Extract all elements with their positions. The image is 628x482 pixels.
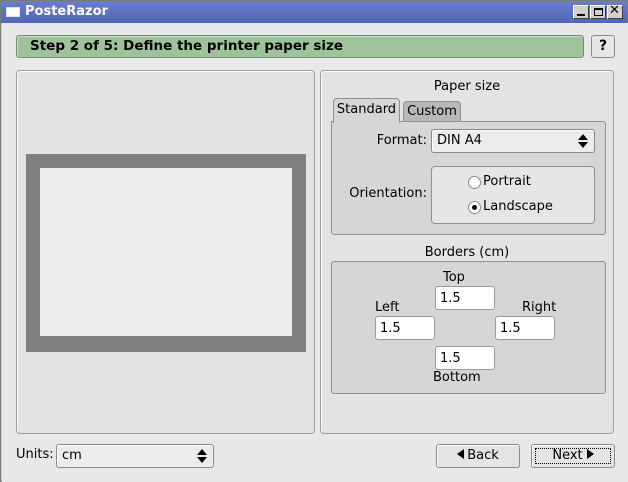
tab-custom[interactable]: Custom bbox=[403, 101, 461, 122]
close-button[interactable]: ✕ bbox=[607, 3, 623, 19]
bottom-border-input[interactable] bbox=[435, 346, 495, 370]
tab-standard[interactable]: Standard bbox=[333, 98, 400, 123]
app-icon bbox=[6, 7, 20, 17]
step-title: Step 2 of 5: Define the printer paper si… bbox=[30, 38, 344, 54]
orientation-group: Portrait Landscape bbox=[431, 166, 595, 224]
minimize-button[interactable] bbox=[573, 5, 589, 19]
paper-size-label: Paper size bbox=[433, 79, 501, 94]
back-button[interactable]: Back bbox=[436, 444, 520, 468]
main-window: PosteRazor ✕ Step 2 of 5: Define the pri… bbox=[0, 0, 628, 482]
top-border-input[interactable] bbox=[435, 286, 495, 310]
standard-tab-page: Format: DIN A4 Orientation: Portrait Lan… bbox=[331, 121, 606, 235]
next-button[interactable]: Next bbox=[531, 444, 615, 468]
bottom-label: Bottom bbox=[433, 370, 481, 385]
radio-circle-icon bbox=[468, 176, 481, 189]
right-label: Right bbox=[522, 300, 557, 315]
updown-arrows-icon bbox=[578, 132, 588, 148]
radio-checked-icon bbox=[468, 201, 481, 214]
minimize-icon bbox=[577, 14, 585, 16]
format-value: DIN A4 bbox=[437, 133, 482, 148]
help-button[interactable]: ? bbox=[591, 35, 615, 58]
back-label: Back bbox=[467, 448, 499, 463]
borders-group: Top Left Right Bottom bbox=[331, 261, 606, 394]
close-icon: ✕ bbox=[609, 3, 620, 18]
client-area: Step 2 of 5: Define the printer paper si… bbox=[2, 23, 628, 482]
maximize-icon bbox=[594, 8, 603, 16]
paper-preview-border bbox=[26, 154, 306, 352]
orientation-label: Orientation: bbox=[349, 186, 427, 201]
left-border-input[interactable] bbox=[375, 316, 435, 340]
step-header: Step 2 of 5: Define the printer paper si… bbox=[16, 35, 584, 58]
maximize-button[interactable] bbox=[590, 5, 606, 19]
arrow-left-icon bbox=[457, 449, 465, 459]
units-select[interactable]: cm bbox=[56, 444, 214, 468]
window-title: PosteRazor bbox=[25, 4, 108, 19]
focus-rect bbox=[535, 448, 611, 464]
portrait-label: Portrait bbox=[483, 174, 531, 189]
paper-preview-panel bbox=[16, 70, 315, 434]
left-label: Left bbox=[375, 300, 400, 315]
borders-label: Borders (cm) bbox=[424, 245, 510, 260]
format-select[interactable]: DIN A4 bbox=[431, 129, 595, 153]
units-label: Units: bbox=[16, 447, 54, 462]
format-label: Format: bbox=[376, 133, 427, 148]
landscape-label: Landscape bbox=[483, 199, 553, 214]
right-border-input[interactable] bbox=[495, 316, 555, 340]
paper-preview-printable-area bbox=[40, 168, 292, 336]
paper-settings-panel: Paper size Standard Custom Format: DIN A… bbox=[320, 70, 614, 434]
units-value: cm bbox=[62, 448, 82, 463]
top-label: Top bbox=[443, 270, 465, 285]
title-bar[interactable]: PosteRazor ✕ bbox=[1, 1, 627, 23]
updown-arrows-icon bbox=[197, 447, 207, 463]
